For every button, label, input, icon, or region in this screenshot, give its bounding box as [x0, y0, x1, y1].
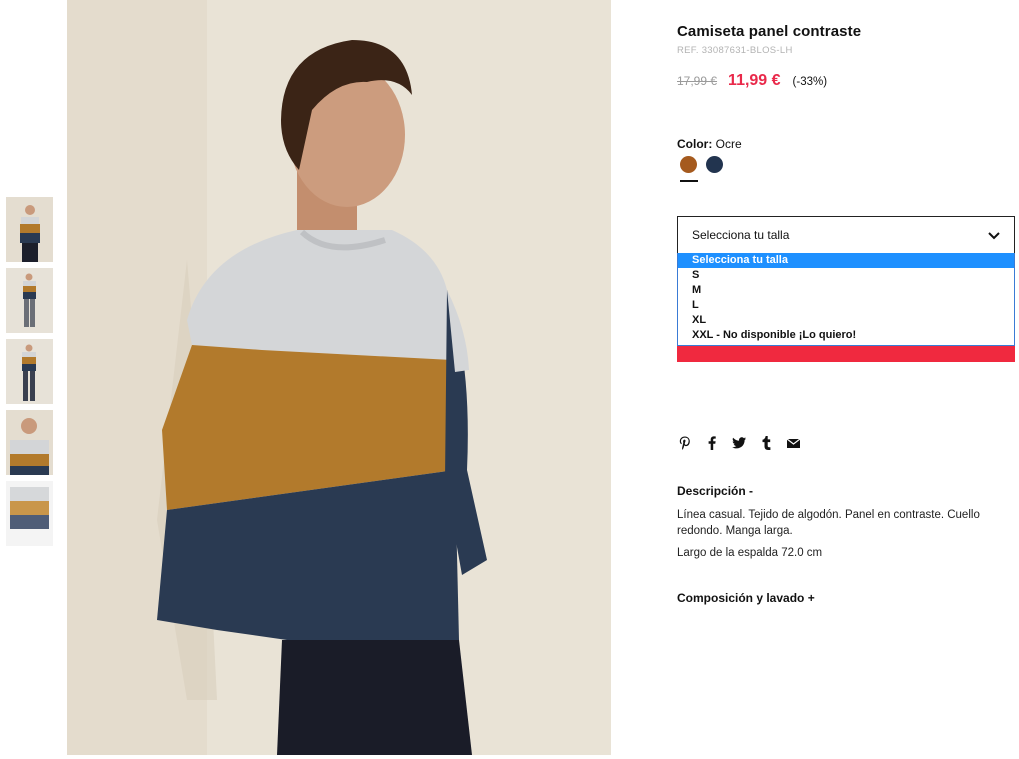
selected-color-name: Ocre [715, 137, 742, 151]
thumbnail-gallery [6, 197, 54, 552]
selected-swatch-indicator [680, 180, 698, 182]
thumbnail-4[interactable] [6, 410, 53, 475]
tumblr-icon[interactable] [759, 436, 773, 450]
color-label: Color: Ocre [677, 137, 742, 151]
thumbnail-1[interactable] [6, 197, 53, 262]
twitter-icon[interactable] [732, 436, 746, 450]
color-swatch-ocre[interactable] [680, 156, 697, 173]
product-title: Camiseta panel contraste [677, 23, 862, 40]
composition-toggle[interactable]: Composición y lavado + [677, 591, 815, 605]
size-select[interactable]: Selecciona tu talla [677, 216, 1015, 254]
email-icon[interactable] [786, 436, 800, 450]
size-select-value: Selecciona tu talla [692, 228, 790, 242]
chevron-down-icon [988, 229, 1000, 243]
price-row: 17,99 € 11,99 € (-33%) [677, 72, 827, 90]
size-dropdown-list: Selecciona tu talla S M L XL XXL - No di… [677, 253, 1015, 346]
sale-price: 11,99 € [728, 72, 781, 89]
facebook-icon[interactable] [705, 436, 719, 450]
size-option-m[interactable]: M [678, 283, 1014, 298]
size-option-s[interactable]: S [678, 268, 1014, 283]
description-text: Línea casual. Tejido de algodón. Panel e… [677, 509, 980, 537]
color-label-prefix: Color: [677, 137, 713, 151]
color-swatches [680, 156, 732, 173]
description-toggle[interactable]: Descripción - [677, 484, 753, 498]
share-bar [678, 436, 813, 450]
size-option-xxl[interactable]: XXL - No disponible ¡Lo quiero! [678, 328, 1014, 343]
product-main-image [67, 0, 611, 755]
thumbnail-3[interactable] [6, 339, 53, 404]
product-reference: REF. 33087631-BLOS-LH [677, 45, 793, 56]
pinterest-icon[interactable] [678, 436, 692, 450]
thumbnail-2[interactable] [6, 268, 53, 333]
thumbnail-5[interactable] [6, 481, 53, 546]
description-length: Largo de la espalda 72.0 cm [677, 547, 823, 559]
size-option-l[interactable]: L [678, 298, 1014, 313]
size-option-xl[interactable]: XL [678, 313, 1014, 328]
size-option-placeholder[interactable]: Selecciona tu talla [678, 253, 1014, 268]
discount-badge: (-33%) [792, 76, 828, 88]
original-price: 17,99 € [677, 74, 718, 88]
color-swatch-navy[interactable] [706, 156, 723, 173]
